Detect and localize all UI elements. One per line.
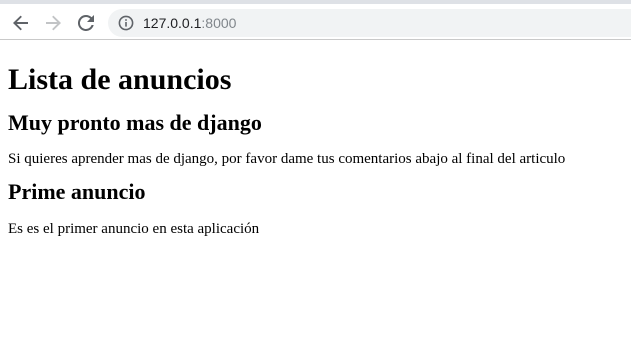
ad-title: Muy pronto mas de django: [8, 110, 262, 135]
url-text[interactable]: 127.0.0.1:8000: [143, 15, 236, 31]
forward-button[interactable]: [40, 10, 66, 36]
address-bar[interactable]: 127.0.0.1:8000: [108, 9, 631, 37]
url-host: 127.0.0.1: [143, 15, 202, 31]
reload-button[interactable]: [73, 10, 99, 36]
back-arrow-icon: [13, 15, 29, 31]
browser-toolbar: 127.0.0.1:8000: [0, 0, 631, 40]
info-icon[interactable]: [118, 15, 134, 31]
ad-body: Es es el primer anuncio en esta aplicaci…: [8, 221, 260, 237]
forward-arrow-icon: [45, 15, 61, 31]
url-port: :8000: [201, 15, 237, 31]
back-button[interactable]: [8, 10, 34, 36]
ad-body: Si quieres aprender mas de django, por f…: [8, 151, 566, 167]
page-title: Lista de anuncios: [8, 63, 232, 96]
ad-title: Prime anuncio: [8, 179, 146, 204]
reload-icon: [78, 15, 94, 31]
page-content: Lista de anuncios Muy pronto mas de djan…: [8, 40, 628, 238]
